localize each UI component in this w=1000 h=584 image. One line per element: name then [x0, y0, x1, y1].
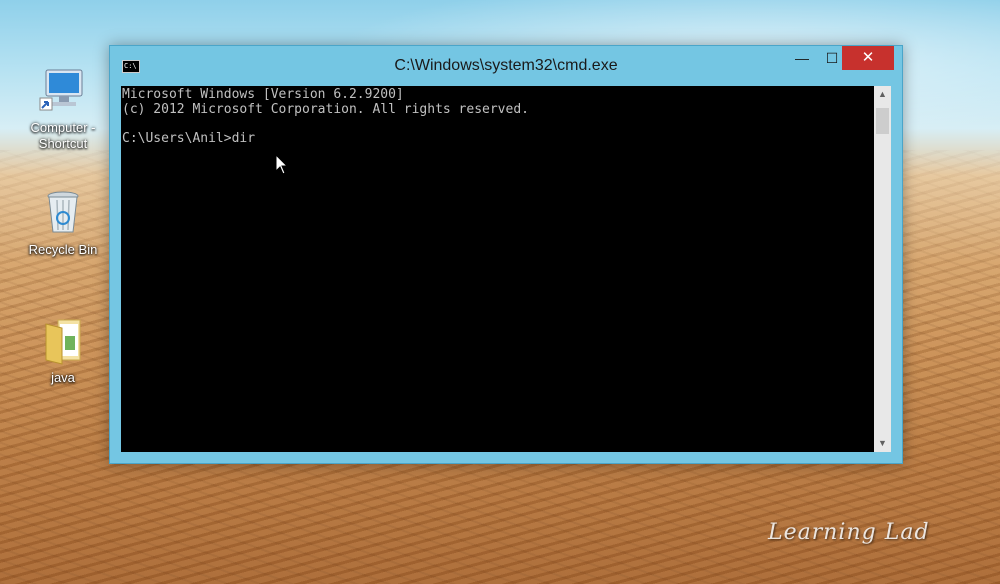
scroll-up-icon[interactable]: ▲	[874, 86, 891, 103]
desktop-icon-recycle-bin[interactable]: Recycle Bin	[20, 188, 106, 258]
recycle-bin-icon	[38, 188, 88, 238]
mouse-pointer-icon	[275, 153, 289, 181]
computer-icon	[38, 66, 88, 116]
folder-icon	[38, 316, 88, 366]
console-prompt: C:\Users\Anil>dir	[122, 130, 256, 146]
console-line: Microsoft Windows [Version 6.2.9200]	[122, 87, 404, 102]
vertical-scrollbar[interactable]: ▲ ▼	[874, 86, 891, 452]
desktop-icon-label: Recycle Bin	[28, 242, 98, 257]
watermark-text: Learning Lad	[768, 520, 930, 545]
window-titlebar[interactable]: C:\ C:\Windows\system32\cmd.exe — ☐ ✕	[110, 46, 902, 86]
scrollbar-thumb[interactable]	[876, 108, 889, 134]
desktop-icon-label: Shortcut	[38, 136, 88, 151]
desktop-icon-label: java	[51, 370, 75, 385]
console-line	[121, 117, 874, 132]
desktop-icon-label: Computer -	[30, 120, 96, 135]
cmd-window[interactable]: C:\ C:\Windows\system32\cmd.exe — ☐ ✕ Mi…	[109, 45, 903, 464]
desktop-icon-java-folder[interactable]: java	[20, 316, 106, 386]
minimize-button[interactable]: —	[788, 46, 816, 70]
console-line: (c) 2012 Microsoft Corporation. All righ…	[122, 101, 529, 117]
console-output[interactable]: Microsoft Windows [Version 6.2.9200] (c)…	[121, 86, 874, 452]
window-title: C:\Windows\system32\cmd.exe	[394, 57, 618, 74]
scroll-down-icon[interactable]: ▼	[874, 435, 891, 452]
close-button[interactable]: ✕	[842, 46, 894, 70]
desktop-icon-computer-shortcut[interactable]: Computer - Shortcut	[20, 66, 106, 152]
